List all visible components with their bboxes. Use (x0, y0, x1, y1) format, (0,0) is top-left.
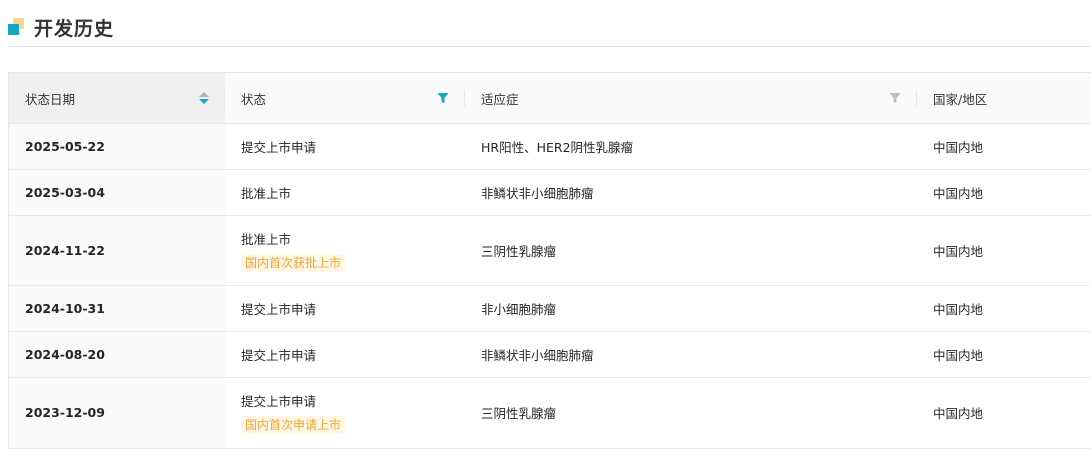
table-header-row: 状态日期 状态 适应症 国家/地区 (9, 73, 1091, 124)
row-date: 2024-11-22 (9, 215, 225, 286)
table-row: 2024-11-22 批准上市 国内首次获批上市 三阴性乳腺瘤 中国内地 (9, 215, 1091, 286)
status-text: 批准上市 (241, 186, 292, 201)
row-date: 2024-08-20 (9, 331, 225, 378)
column-header-indication-label: 适应症 (481, 91, 519, 107)
status-tag: 国内首次获批上市 (241, 254, 346, 272)
row-status: 批准上市 国内首次获批上市 (225, 215, 465, 286)
sort-icon[interactable] (199, 92, 209, 104)
row-indication: 非小细胞肺瘤 (465, 285, 917, 332)
column-header-date-label: 状态日期 (25, 91, 76, 107)
row-date: 2024-10-31 (9, 285, 225, 332)
status-text: 提交上市申请 (241, 302, 317, 317)
row-region: 中国内地 (917, 123, 1091, 170)
row-region: 中国内地 (917, 215, 1091, 286)
table-row: 2025-05-22 提交上市申请 HR阳性、HER2阴性乳腺瘤 中国内地 (9, 123, 1091, 170)
row-date: 2023-12-09 (9, 377, 225, 448)
column-header-status: 状态 (225, 73, 465, 124)
row-date: 2025-05-22 (9, 123, 225, 170)
row-status: 提交上市申请 (225, 285, 465, 332)
table-row: 2025-03-04 批准上市 非鳞状非小细胞肺瘤 中国内地 (9, 169, 1091, 216)
column-header-indication: 适应症 (465, 73, 917, 124)
column-header-region: 国家/地区 (917, 73, 1091, 124)
table-row: 2023-12-09 提交上市申请 国内首次申请上市 三阴性乳腺瘤 中国内地 (9, 377, 1091, 448)
development-history-table: 状态日期 状态 适应症 国家/地区 2025-05-22 提交上市申请 HR阳性… (8, 72, 1091, 449)
row-indication: 非鳞状非小细胞肺瘤 (465, 169, 917, 216)
row-region: 中国内地 (917, 169, 1091, 216)
column-header-region-label: 国家/地区 (933, 91, 988, 107)
status-text: 提交上市申请 (241, 348, 317, 363)
row-indication: HR阳性、HER2阴性乳腺瘤 (465, 123, 917, 170)
indication-filter-icon[interactable] (889, 92, 901, 104)
table-row: 2024-10-31 提交上市申请 非小细胞肺瘤 中国内地 (9, 285, 1091, 332)
section-divider (8, 46, 1091, 47)
status-tag: 国内首次申请上市 (241, 416, 346, 435)
row-status: 提交上市申请 (225, 331, 465, 378)
row-region: 中国内地 (917, 331, 1091, 378)
row-status: 提交上市申请 国内首次申请上市 (225, 378, 465, 448)
row-date: 2025-03-04 (9, 169, 225, 216)
row-region: 中国内地 (933, 406, 984, 422)
status-text: 批准上市 (241, 232, 292, 247)
table-row: 2024-08-20 提交上市申请 非鳞状非小细胞肺瘤 中国内地 (9, 331, 1091, 378)
status-filter-icon[interactable] (437, 92, 449, 104)
section-title: 开发历史 (34, 17, 115, 40)
section-header: 开发历史 (8, 12, 114, 42)
row-indication: 三阴性乳腺瘤 (465, 215, 917, 286)
row-indication: 三阴性乳腺瘤 (481, 406, 557, 422)
status-text: 提交上市申请 (241, 140, 317, 155)
row-indication: 非鳞状非小细胞肺瘤 (465, 331, 917, 378)
status-text: 提交上市申请 (241, 394, 317, 410)
row-region: 中国内地 (917, 285, 1091, 332)
row-status: 提交上市申请 (225, 123, 465, 170)
column-header-status-label: 状态 (241, 91, 267, 107)
row-status: 批准上市 (225, 169, 465, 216)
section-marker-icon (8, 18, 26, 36)
column-header-date[interactable]: 状态日期 (9, 73, 225, 124)
